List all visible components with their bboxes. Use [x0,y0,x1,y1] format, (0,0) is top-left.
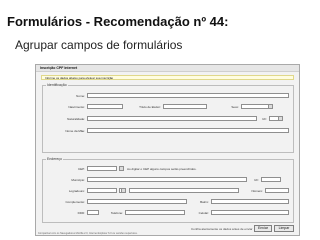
logradouro-tipo-select[interactable] [119,188,126,193]
complemento-field[interactable] [87,199,187,204]
form-window-title: Inscrição CPF Internet [36,65,299,72]
logradouro-tipo-field[interactable] [87,188,117,193]
telefone-label: Telefone: [110,211,123,215]
telefone-field[interactable] [125,210,185,215]
numero-label: Número: [251,189,263,193]
nome-label: Nome: [76,94,85,98]
form-info-banner: Informe os dados abaixo para efetuar sua… [41,75,294,80]
municipio-field[interactable] [87,177,247,182]
endereco-uf-label: UF: [254,178,259,182]
bairro-label: Bairro: [200,200,209,204]
ddd-field[interactable] [87,210,99,215]
identificacao-section: Identificação Nome: Nascimento: Título d… [42,83,294,153]
sexo-select[interactable] [241,104,273,109]
nome-mae-field[interactable] [87,128,289,133]
ddd-label: DDD: [77,211,85,215]
compatibility-note: Compatível com os Navegadores Mozilla 2.… [38,232,138,235]
cep-search-icon[interactable] [119,166,124,171]
cep-hint: Ao digitar o CEP alguns campos serão pre… [127,167,197,171]
bairro-field[interactable] [211,199,289,204]
naturalidade-label: Naturalidade: [67,117,85,121]
endereco-legend: Endereço [47,157,62,161]
nascimento-field[interactable] [87,104,123,109]
slide-subtitle: Agrupar campos de formulários [15,38,183,52]
uf-label: UF: [262,117,267,121]
nome-mae-label: Nome da Mãe: [65,129,85,133]
municipio-label: Município: [71,178,85,182]
uf-select[interactable] [269,116,283,121]
endereco-section: Endereço CEP: Ao digitar o CEP alguns ca… [42,157,294,223]
cep-label: CEP: [77,167,85,171]
sexo-label: Sexo: [231,105,239,109]
nome-field[interactable] [87,93,289,98]
cep-field[interactable] [87,166,117,171]
endereco-uf-field[interactable] [261,177,281,182]
nascimento-label: Nascimento: [68,105,85,109]
complemento-label: Complemento: [65,200,85,204]
form-screenshot: Inscrição CPF Internet Informe os dados … [35,64,300,236]
naturalidade-field[interactable] [87,116,257,121]
send-button[interactable]: Enviar [254,225,272,232]
logradouro-field[interactable] [129,188,239,193]
identificacao-legend: Identificação [47,83,67,87]
logradouro-label: Logradouro: [68,189,85,193]
titulo-eleitor-field[interactable] [163,104,207,109]
slide-title: Formulários - Recomendação nº 44: [7,14,229,29]
confirm-note: Confira atentamente os dados antes de en… [191,227,253,231]
clear-button[interactable]: Limpar [274,225,294,232]
titulo-eleitor-label: Título de Eleitor: [139,105,161,109]
celular-field[interactable] [211,210,289,215]
numero-field[interactable] [265,188,289,193]
celular-label: Celular: [198,211,209,215]
